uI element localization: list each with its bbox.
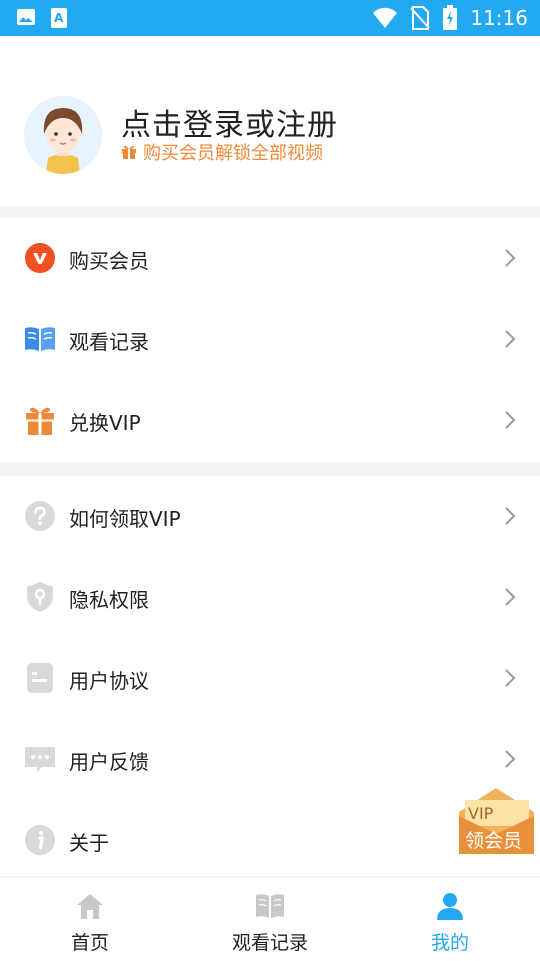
status-time: 11:16: [470, 6, 528, 30]
document-icon: [27, 663, 53, 693]
chevron-right-icon: [505, 750, 516, 768]
menu-label: 观看记录: [69, 330, 149, 354]
floating-vip-badge: VIP: [468, 804, 494, 823]
svg-text:A: A: [54, 11, 64, 25]
image-icon: [17, 9, 35, 25]
tab-label: 观看记录: [231, 932, 308, 954]
wifi-icon: [373, 7, 398, 28]
bottom-tab-bar: 首页 观看记录 我的: [0, 876, 540, 961]
status-bar: A 11:16: [0, 0, 540, 36]
section-divider: [0, 462, 540, 476]
gift-icon: [26, 407, 54, 435]
tab-label: 我的: [430, 932, 469, 954]
text-app-icon: A: [51, 8, 67, 28]
tab-mine[interactable]: 我的: [360, 877, 540, 961]
login-register-title[interactable]: 点击登录或注册: [121, 100, 338, 144]
menu-label: 关于: [69, 831, 109, 855]
avatar[interactable]: [24, 96, 102, 174]
tab-watch-history[interactable]: 观看记录: [180, 877, 360, 961]
chevron-right-icon: [505, 507, 516, 525]
home-icon: [77, 894, 103, 919]
menu-label: 用户反馈: [69, 750, 149, 774]
tab-home[interactable]: 首页: [0, 877, 180, 961]
floating-vip-button[interactable]: VIP 领会员: [457, 786, 536, 856]
menu-item-redeem-vip[interactable]: 兑换VIP: [0, 380, 540, 460]
section-divider: [0, 206, 540, 218]
vip-promo-text[interactable]: 购买会员解锁全部视频: [121, 139, 323, 165]
book-icon: [25, 327, 55, 351]
info-icon: [25, 825, 55, 855]
menu-item-how-to-get-vip[interactable]: 如何领取VIP: [0, 476, 540, 556]
battery-charging-icon: [443, 5, 458, 30]
chevron-right-icon: [505, 588, 516, 606]
gift-small-icon: [122, 145, 136, 159]
vip-badge-icon: [25, 243, 55, 273]
no-sim-icon: [410, 6, 431, 30]
menu-item-privacy-permissions[interactable]: 隐私权限: [0, 557, 540, 637]
envelope-icon: VIP 领会员: [459, 788, 534, 854]
menu-label: 用户协议: [69, 669, 149, 693]
menu-label: 兑换VIP: [69, 411, 141, 435]
floating-vip-label: 领会员: [465, 830, 522, 852]
question-icon: [25, 501, 55, 531]
avatar-illustration-icon: [24, 96, 102, 174]
book-icon: [256, 894, 284, 918]
vip-promo-label: 购买会员解锁全部视频: [143, 143, 323, 164]
chevron-right-icon: [505, 669, 516, 687]
tab-label: 首页: [70, 932, 109, 954]
menu-label: 购买会员: [69, 249, 149, 273]
profile-header[interactable]: 点击登录或注册 购买会员解锁全部视频: [0, 36, 540, 206]
menu-item-user-agreement[interactable]: 用户协议: [0, 638, 540, 718]
chevron-right-icon: [505, 249, 516, 267]
feedback-icon: [25, 747, 55, 772]
menu-item-buy-vip[interactable]: 购买会员: [0, 218, 540, 298]
shield-icon: [27, 582, 53, 612]
menu-label: 隐私权限: [69, 588, 149, 612]
menu-label: 如何领取VIP: [69, 507, 181, 531]
chevron-right-icon: [505, 411, 516, 429]
menu-item-watch-history[interactable]: 观看记录: [0, 299, 540, 379]
user-icon: [437, 893, 463, 920]
chevron-right-icon: [505, 330, 516, 348]
